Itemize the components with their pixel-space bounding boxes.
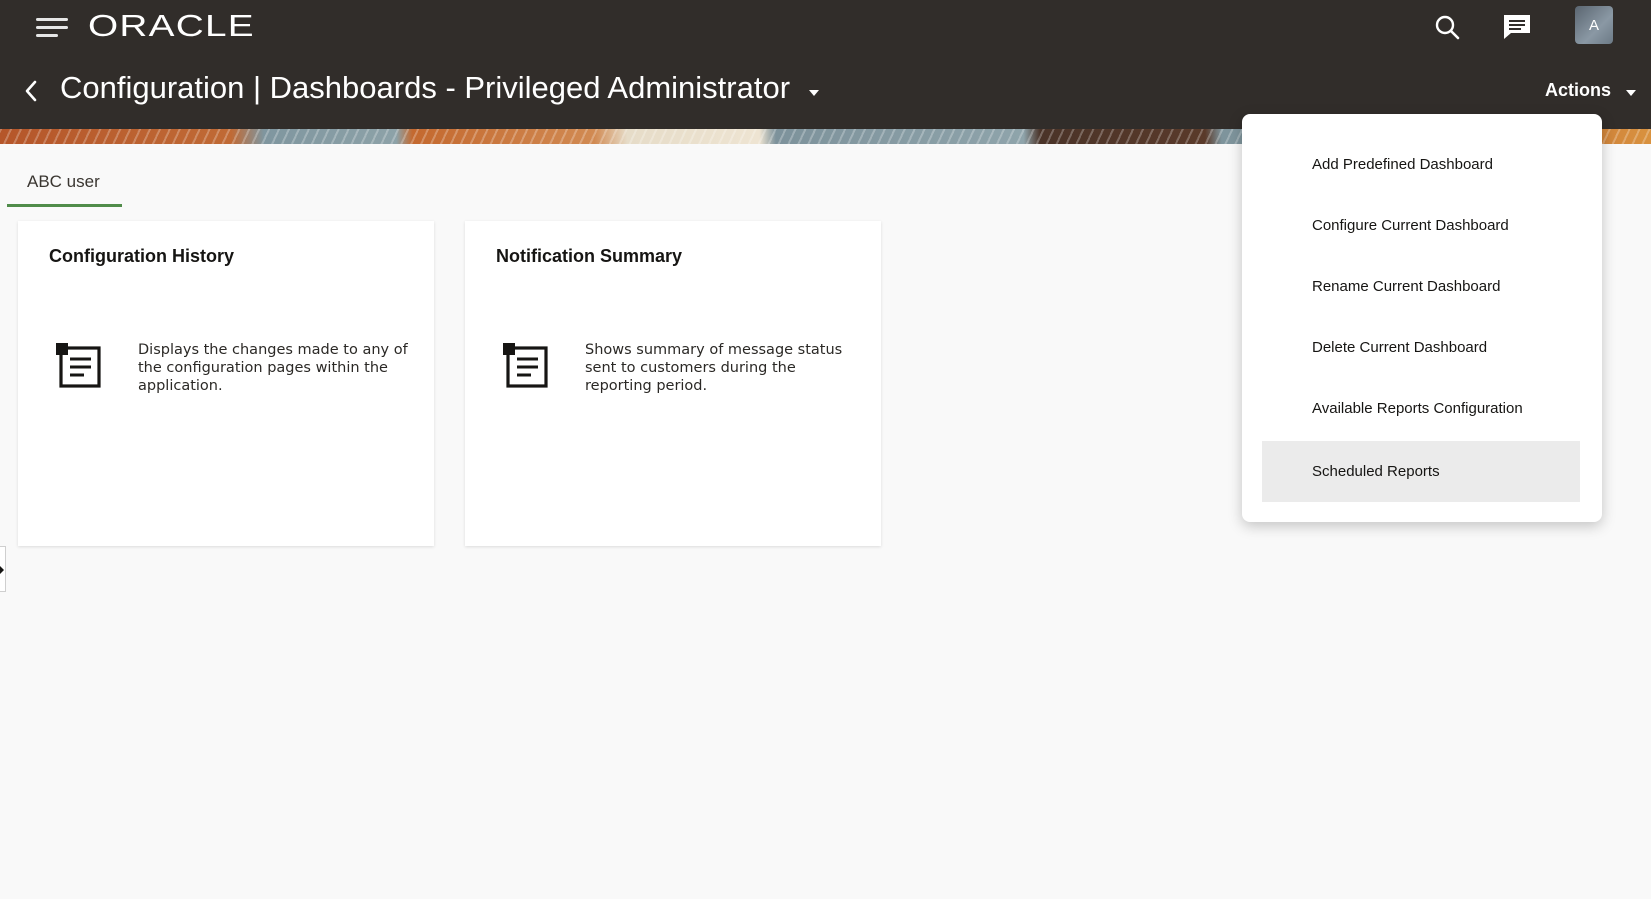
search-button[interactable] — [1430, 10, 1464, 44]
hamburger-icon-line — [36, 26, 68, 29]
dashboard-switcher-button[interactable] — [806, 86, 822, 100]
actions-dropdown-menu: Add Predefined Dashboard Configure Curre… — [1242, 114, 1602, 522]
actions-menu-button[interactable]: Actions — [1545, 80, 1637, 101]
card-title: Configuration History — [49, 246, 234, 266]
menu-item-available-reports-configuration[interactable]: Available Reports Configuration — [1262, 378, 1580, 439]
report-document-icon — [503, 343, 548, 388]
menu-item-configure-current-dashboard[interactable]: Configure Current Dashboard — [1262, 195, 1580, 256]
card-title: Notification Summary — [496, 246, 683, 266]
caret-down-icon — [1626, 90, 1637, 96]
page-title: Configuration | Dashboards - Privileged … — [60, 70, 791, 105]
caret-down-icon — [809, 90, 819, 96]
back-button[interactable] — [18, 76, 44, 106]
search-icon — [1435, 15, 1460, 40]
dashboard-card-configuration-history[interactable]: Configuration History Displays the chang… — [18, 221, 434, 546]
user-avatar[interactable]: A — [1575, 6, 1613, 44]
report-document-icon — [56, 343, 101, 388]
chevron-left-icon — [25, 80, 37, 102]
menu-item-rename-current-dashboard[interactable]: Rename Current Dashboard — [1262, 256, 1580, 317]
hamburger-icon — [36, 18, 68, 21]
tab-label: ABC user — [27, 172, 100, 191]
chat-icon — [1504, 15, 1530, 39]
app-header: ORACLE A Configuration | Dashboards - Pr… — [0, 0, 1651, 129]
tab-selected-indicator — [7, 204, 122, 207]
hamburger-icon-line — [36, 34, 58, 37]
menu-item-add-predefined-dashboard[interactable]: Add Predefined Dashboard — [1262, 134, 1580, 195]
menu-item-scheduled-reports[interactable]: Scheduled Reports — [1262, 441, 1580, 502]
actions-label: Actions — [1545, 80, 1612, 100]
side-panel-toggle[interactable] — [0, 546, 6, 592]
messages-button[interactable] — [1500, 10, 1534, 44]
dashboard-card-notification-summary[interactable]: Notification Summary Shows summary of me… — [465, 221, 881, 546]
menu-item-delete-current-dashboard[interactable]: Delete Current Dashboard — [1262, 317, 1580, 378]
tab-abc-user[interactable]: ABC user — [7, 166, 122, 207]
card-description: Shows summary of message status sent to … — [585, 342, 843, 394]
oracle-logo: ORACLE — [88, 8, 255, 43]
hamburger-menu-button[interactable] — [34, 14, 70, 42]
card-description: Displays the changes made to any of the … — [138, 342, 408, 394]
